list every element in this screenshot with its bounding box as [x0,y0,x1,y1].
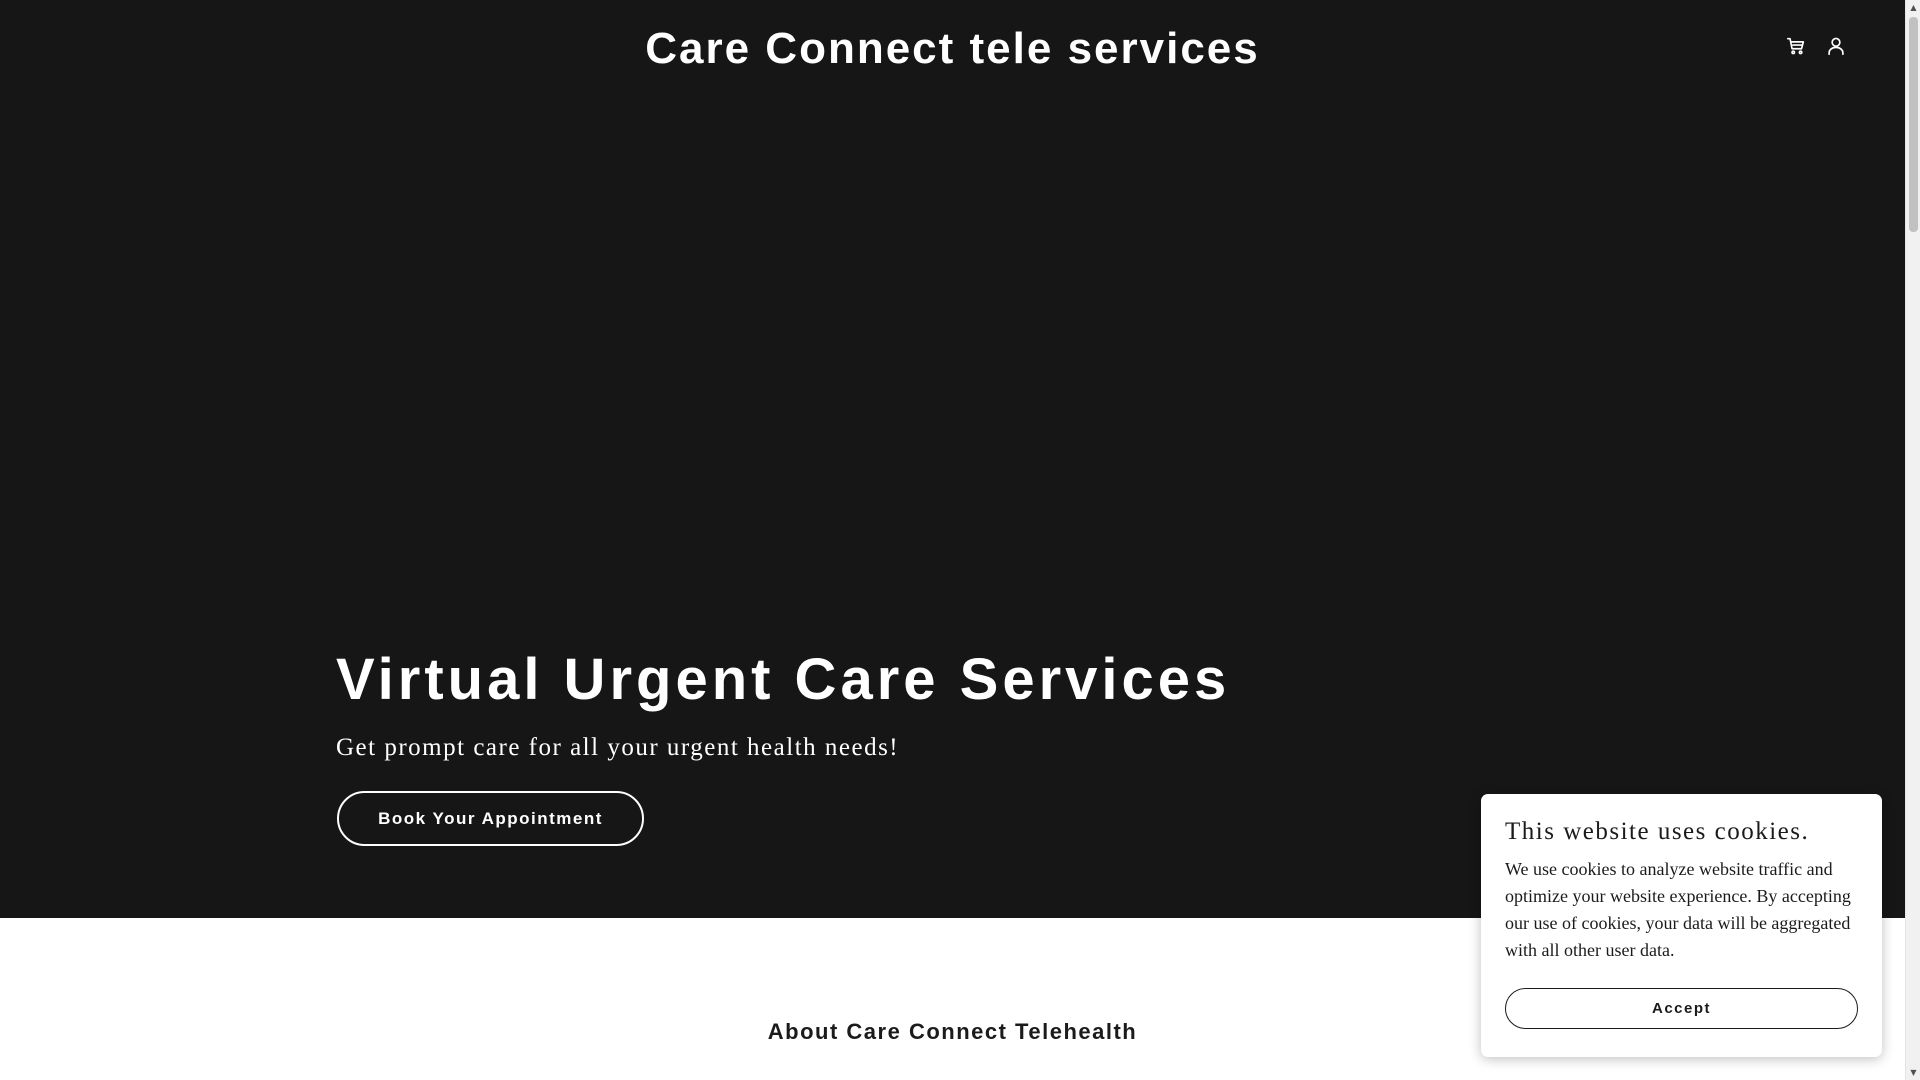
user-icon[interactable] [1824,34,1848,58]
cookie-banner-title: This website uses cookies. [1505,818,1810,845]
page: Care Connect tele services Virtual Urgen… [0,0,1905,1080]
cookie-banner-text: We use cookies to analyze website traffi… [1505,859,1851,960]
scroll-down-arrow-icon[interactable]: ▼ [1906,1065,1920,1080]
scroll-up-arrow-icon[interactable]: ▲ [1906,0,1920,15]
vertical-scrollbar[interactable]: ▲ ▼ [1905,0,1920,1080]
scrollbar-thumb[interactable] [1909,17,1918,232]
hero-heading: Virtual Urgent Care Services [336,647,1231,712]
book-appointment-button[interactable]: Book Your Appointment [337,791,644,846]
cart-icon[interactable] [1784,34,1808,58]
hero-section: Care Connect tele services Virtual Urgen… [0,0,1905,918]
header-icons [1784,34,1848,58]
accept-cookies-button[interactable]: Accept [1505,988,1858,1029]
site-title[interactable]: Care Connect tele services [0,20,1905,78]
hero-subheading: Get prompt care for all your urgent heal… [336,734,900,761]
cookie-banner: This website uses cookies. We use cookie… [1481,794,1882,1057]
